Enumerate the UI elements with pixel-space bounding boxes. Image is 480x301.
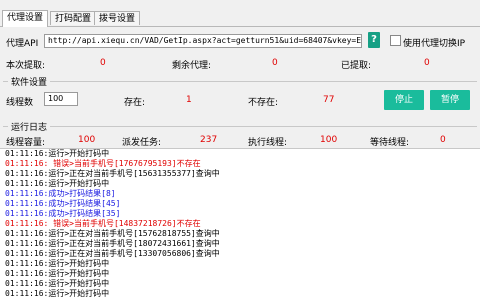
log-line: 01:11:16:运行>正在对当前手机号[13307056806]查询中 bbox=[5, 249, 220, 258]
log-line: 01:11:16:运行>正在对当前手机号[15631355377]查询中 bbox=[5, 169, 220, 178]
log-line: 01:11:16:运行>开始打码中 bbox=[5, 149, 110, 158]
software-group-border bbox=[3, 81, 477, 82]
tab-proxy-settings[interactable]: 代理设置 bbox=[2, 10, 49, 27]
threads-label: 线程数 bbox=[6, 98, 34, 108]
log-line: 01:11:16: 错误>当前手机号[14837218726]不存在 bbox=[5, 219, 201, 228]
runlog-title: 运行日志 bbox=[8, 120, 51, 133]
use-proxy-label: 使用代理切换IP bbox=[403, 39, 466, 49]
extracted-label: 本次提取: bbox=[6, 61, 46, 71]
help-button[interactable]: ? bbox=[368, 32, 380, 48]
tab-bar: 代理设置 打码配置 拨号设置 bbox=[0, 10, 480, 27]
exec-threads-label: 执行线程: bbox=[248, 138, 288, 148]
log-line: 01:11:16:运行>正在对当前手机号[15762818755]查询中 bbox=[5, 229, 220, 238]
log-line: 01:11:16:成功>打码结果[8] bbox=[5, 189, 116, 198]
log-line: 01:11:16:运行>开始打码中 bbox=[5, 259, 110, 268]
log-line: 01:11:16:运行>开始打码中 bbox=[5, 279, 110, 288]
tab-captcha-config[interactable]: 打码配置 bbox=[50, 11, 97, 25]
log-line: 01:11:16:运行>开始打码中 bbox=[5, 179, 110, 188]
log-line: 01:11:16:成功>打码结果[35] bbox=[5, 209, 121, 218]
wait-threads-value: 0 bbox=[440, 135, 446, 145]
dispatch-tasks-label: 派发任务: bbox=[122, 138, 162, 148]
thread-capacity-label: 线程容量: bbox=[6, 138, 46, 148]
not-exists-label: 不存在: bbox=[248, 98, 279, 108]
log-output[interactable]: 01:11:16:运行>开始打码中 01:11:16: 错误>当前手机号[1767… bbox=[0, 148, 480, 301]
exec-threads-value: 100 bbox=[320, 135, 338, 145]
log-line: 01:11:16:运行>开始打码中 bbox=[5, 269, 110, 278]
already-extracted-label: 已提取: bbox=[341, 61, 372, 71]
log-line: 01:11:16: 错误>当前手机号[17676795193]不存在 bbox=[5, 159, 201, 168]
wait-threads-label: 等待线程: bbox=[370, 138, 410, 148]
tab-dial-settings[interactable]: 拨号设置 bbox=[94, 11, 141, 25]
exists-label: 存在: bbox=[124, 98, 146, 108]
remaining-label: 剩余代理: bbox=[172, 61, 212, 71]
runlog-group-border bbox=[3, 126, 477, 127]
already-extracted-value: 0 bbox=[424, 58, 430, 68]
log-line: 01:11:16:运行>正在对当前手机号[18072431661]查询中 bbox=[5, 239, 220, 248]
api-label: 代理API bbox=[6, 39, 39, 49]
remaining-value: 0 bbox=[272, 58, 278, 68]
use-proxy-checkbox[interactable] bbox=[390, 35, 401, 46]
not-exists-value: 77 bbox=[323, 95, 335, 105]
pause-button[interactable]: 暂停 bbox=[430, 90, 470, 110]
extracted-value: 0 bbox=[100, 58, 106, 68]
stop-button[interactable]: 停止 bbox=[384, 90, 424, 110]
software-settings-title: 软件设置 bbox=[8, 75, 51, 88]
api-url-field[interactable]: http://api.xiequ.cn/VAD/GetIp.aspx?act=g… bbox=[44, 34, 362, 48]
threads-input[interactable]: 100 bbox=[44, 92, 78, 106]
exists-value: 1 bbox=[186, 95, 192, 105]
thread-capacity-value: 100 bbox=[78, 135, 96, 145]
log-line: 01:11:16:成功>打码结果[45] bbox=[5, 199, 121, 208]
dispatch-tasks-value: 237 bbox=[200, 135, 218, 145]
log-line: 01:11:16:运行>开始打码中 bbox=[5, 289, 110, 298]
